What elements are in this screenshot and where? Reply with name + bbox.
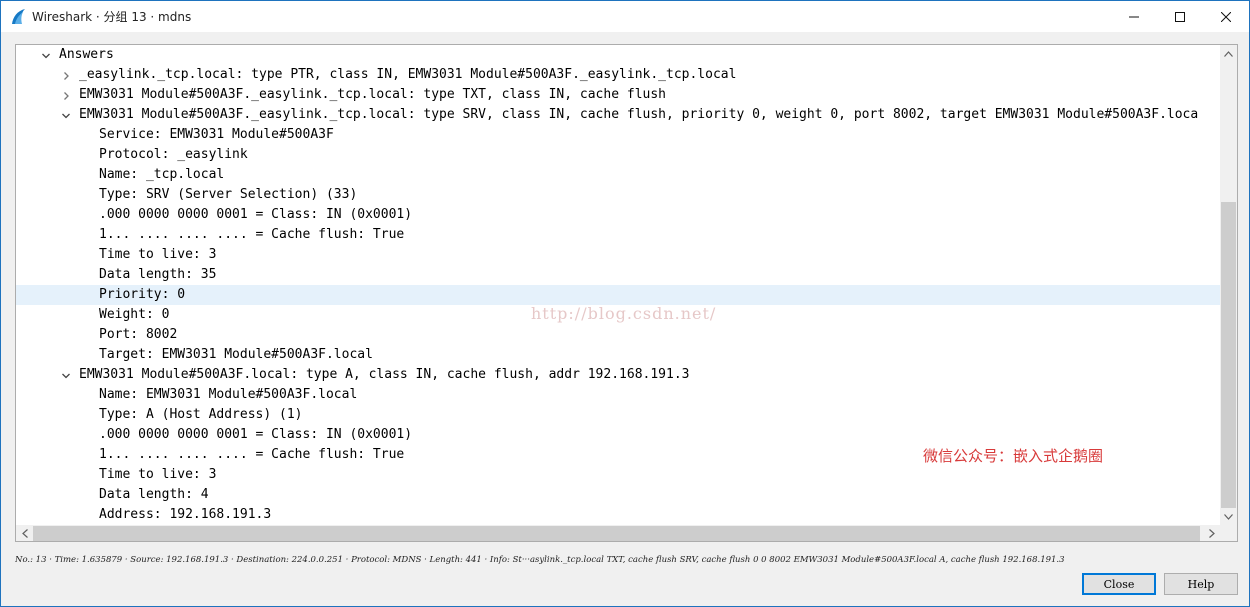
- chevron-down-icon[interactable]: [60, 109, 72, 121]
- scroll-up-arrow-icon[interactable]: [1220, 45, 1237, 62]
- tree-row[interactable]: 1... .... .... .... = Cache flush: True: [16, 225, 1220, 245]
- tree-row-label: .000 0000 0000 0001 = Class: IN (0x0001): [99, 207, 413, 222]
- tree-row-label: 1... .... .... .... = Cache flush: True: [99, 447, 405, 462]
- tree-row-label: Target: EMW3031 Module#500A3F.local: [99, 347, 373, 362]
- scroll-down-arrow-icon[interactable]: [1220, 508, 1237, 525]
- tree-row-label: Port: 8002: [99, 327, 178, 342]
- close-window-button[interactable]: [1203, 1, 1249, 32]
- tree-row-label: .000 0000 0000 0001 = Class: IN (0x0001): [99, 427, 413, 442]
- tree-row-label: Weight: 0: [99, 307, 170, 322]
- tree-row-label: Data length: 4: [99, 487, 209, 502]
- scrollbar-corner: [1220, 525, 1237, 541]
- tree-row[interactable]: Protocol: _easylink: [16, 145, 1220, 165]
- tree-row[interactable]: Type: A (Host Address) (1): [16, 405, 1220, 425]
- tree-row[interactable]: EMW3031 Module#500A3F.local: type A, cla…: [16, 365, 1220, 385]
- tree-row[interactable]: EMW3031 Module#500A3F._easylink._tcp.loc…: [16, 105, 1220, 125]
- horizontal-scroll-thumb[interactable]: [33, 526, 1200, 541]
- tree-row[interactable]: Name: _tcp.local: [16, 165, 1220, 185]
- minimize-button[interactable]: [1111, 1, 1157, 32]
- tree-row[interactable]: Data length: 4: [16, 485, 1220, 505]
- packet-dialog-window: Wireshark · 分组 13 · mdns Answers _easylin…: [0, 0, 1250, 607]
- horizontal-scrollbar[interactable]: [16, 525, 1220, 541]
- vertical-scrollbar[interactable]: [1220, 45, 1237, 525]
- tree-row-label: Name: _tcp.local: [99, 167, 225, 182]
- scroll-right-arrow-icon[interactable]: [1203, 525, 1220, 541]
- help-button[interactable]: Help: [1164, 573, 1238, 595]
- title-bar[interactable]: Wireshark · 分组 13 · mdns: [1, 1, 1249, 32]
- packet-details-tree[interactable]: Answers _easylink._tcp.local: type PTR, c…: [15, 44, 1238, 542]
- tree-row-label: _easylink._tcp.local: type PTR, class IN…: [79, 67, 737, 82]
- tree-row[interactable]: Port: 8002: [16, 325, 1220, 345]
- tree-row[interactable]: Service: EMW3031 Module#500A3F: [16, 125, 1220, 145]
- tree-row-label: Address: 192.168.191.3: [99, 507, 272, 522]
- close-button[interactable]: Close: [1082, 573, 1156, 595]
- window-title: Wireshark · 分组 13 · mdns: [32, 10, 192, 24]
- tree-row[interactable]: .000 0000 0000 0001 = Class: IN (0x0001): [16, 205, 1220, 225]
- tree-row[interactable]: EMW3031 Module#500A3F._easylink._tcp.loc…: [16, 85, 1220, 105]
- maximize-icon: [1175, 11, 1185, 22]
- tree-row-label: Type: A (Host Address) (1): [99, 407, 303, 422]
- tree-row-label: Protocol: _easylink: [99, 147, 248, 162]
- close-icon: [1221, 11, 1231, 22]
- tree-row-label: Time to live: 3: [99, 467, 217, 482]
- tree-row-label: Time to live: 3: [99, 247, 217, 262]
- tree-row[interactable]: Name: EMW3031 Module#500A3F.local: [16, 385, 1220, 405]
- tree-row-label: Data length: 35: [99, 267, 217, 282]
- tree-row[interactable]: Time to live: 3: [16, 465, 1220, 485]
- tree-row[interactable]: _easylink._tcp.local: type PTR, class IN…: [16, 65, 1220, 85]
- tree-row-label: EMW3031 Module#500A3F._easylink._tcp.loc…: [79, 107, 1199, 122]
- wireshark-fin-icon: [10, 8, 28, 25]
- overlay-label: 微信公众号：嵌入式企鹅圈: [923, 447, 1104, 465]
- tree-row[interactable]: Address: 192.168.191.3: [16, 505, 1220, 525]
- tree-row[interactable]: Target: EMW3031 Module#500A3F.local: [16, 345, 1220, 365]
- packet-summary-status: No.: 13 · Time: 1.635879 · Source: 192.1…: [15, 555, 1065, 565]
- tree-row-label: EMW3031 Module#500A3F.local: type A, cla…: [79, 367, 690, 382]
- tree-row-label: Name: EMW3031 Module#500A3F.local: [99, 387, 358, 402]
- watermark-text: http://blog.csdn.net/: [531, 304, 717, 323]
- tree-row[interactable]: Time to live: 3: [16, 245, 1220, 265]
- chevron-down-icon[interactable]: [40, 49, 52, 61]
- maximize-button[interactable]: [1157, 1, 1203, 32]
- tree-row-label: EMW3031 Module#500A3F._easylink._tcp.loc…: [79, 87, 666, 102]
- minimize-icon: [1129, 16, 1139, 17]
- tree-row-label: Service: EMW3031 Module#500A3F: [99, 127, 334, 142]
- tree-row[interactable]: Type: SRV (Server Selection) (33): [16, 185, 1220, 205]
- vertical-scroll-thumb[interactable]: [1221, 202, 1236, 508]
- scroll-left-arrow-icon[interactable]: [16, 525, 33, 541]
- chevron-right-icon[interactable]: [60, 69, 72, 81]
- chevron-down-icon[interactable]: [60, 369, 72, 381]
- tree-row-label: Priority: 0: [99, 287, 186, 302]
- tree-row-label: 1... .... .... .... = Cache flush: True: [99, 227, 405, 242]
- tree-row[interactable]: Priority: 0: [16, 285, 1220, 305]
- tree-row[interactable]: Answers: [16, 45, 1220, 65]
- chevron-right-icon[interactable]: [60, 89, 72, 101]
- tree-row[interactable]: .000 0000 0000 0001 = Class: IN (0x0001): [16, 425, 1220, 445]
- tree-row-label: Answers: [59, 47, 114, 62]
- tree-row[interactable]: Data length: 35: [16, 265, 1220, 285]
- tree-row-label: Type: SRV (Server Selection) (33): [99, 187, 358, 202]
